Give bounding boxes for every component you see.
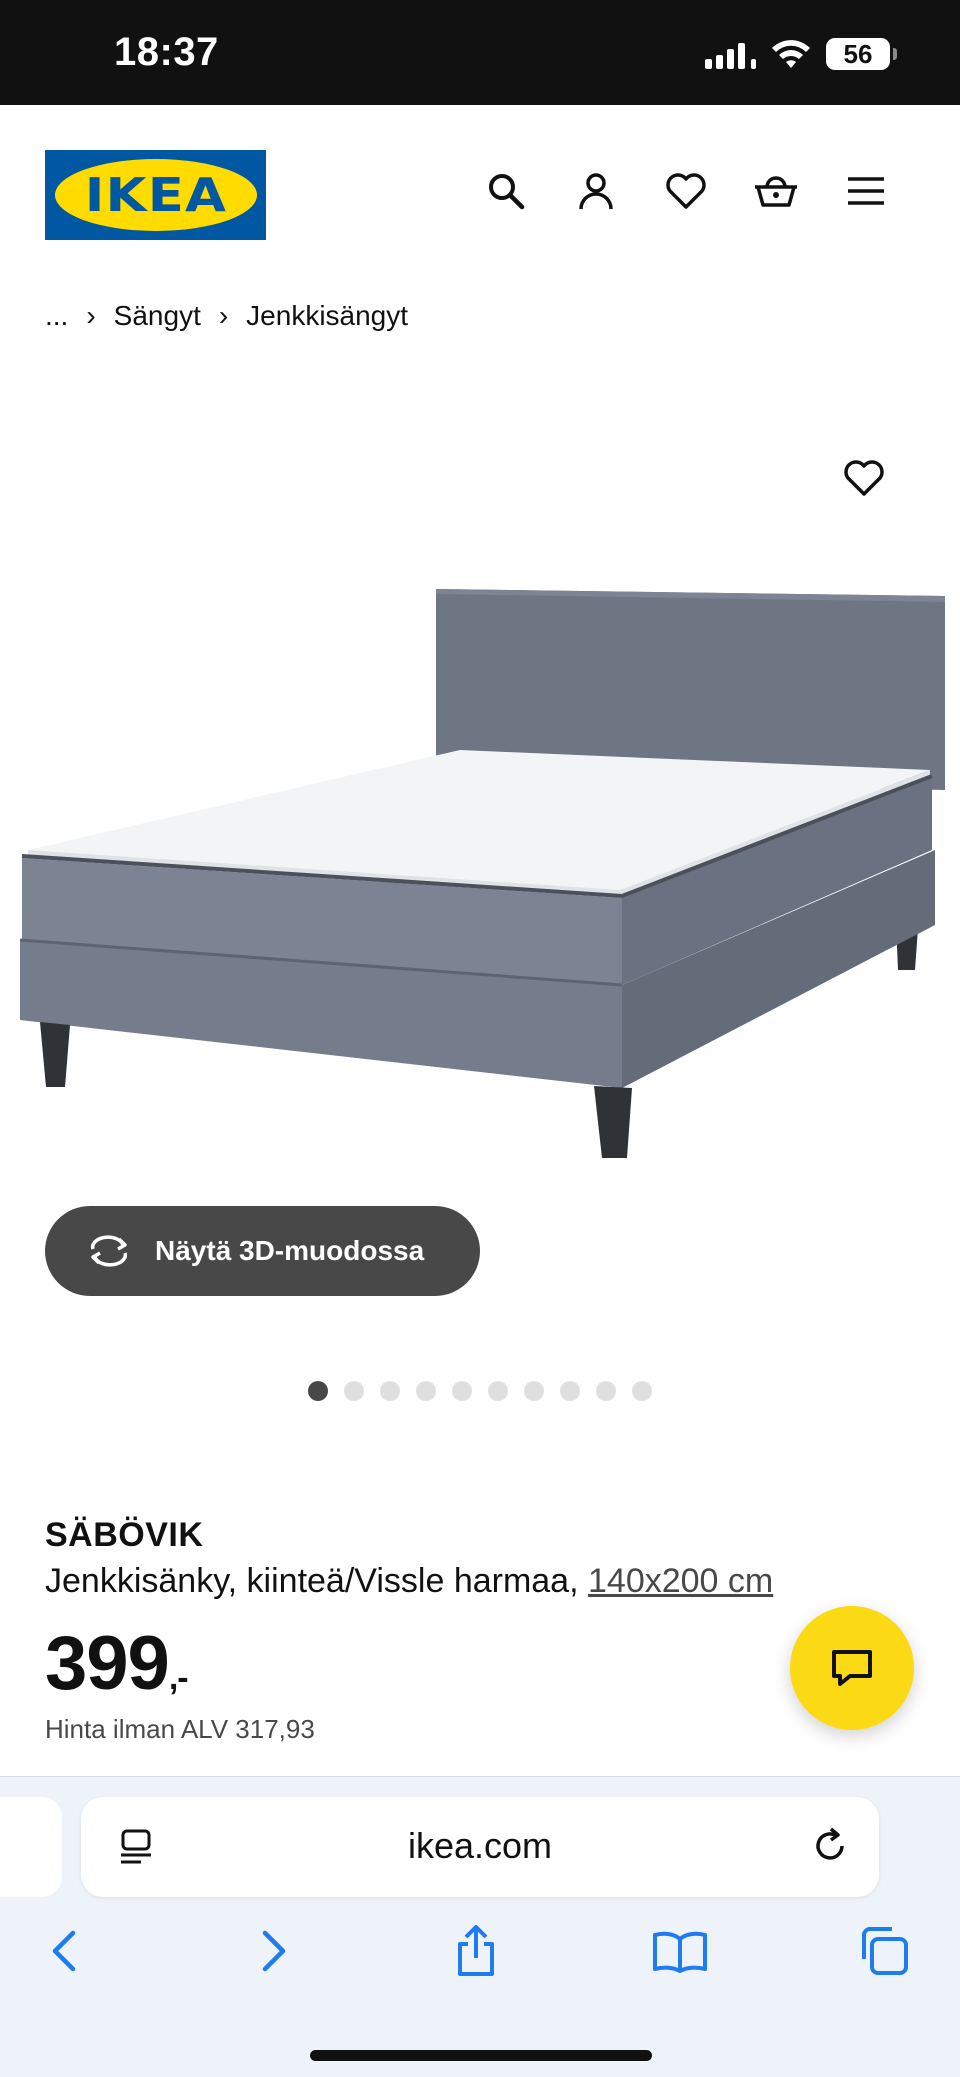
book-icon [653,1931,707,1973]
status-indicators: 56 [705,38,897,70]
chevron-right-icon [262,1930,286,1972]
favorites-icon[interactable] [660,165,712,217]
gallery-dot[interactable] [380,1381,400,1401]
breadcrumb-ellipsis[interactable]: ... [45,300,68,332]
product-description: Jenkkisänky, kiinteä/Vissle harmaa, 140x… [45,1562,773,1601]
product-description-text: Jenkkisänky, kiinteä/Vissle harmaa, [45,1562,588,1600]
price-suffix: ,- [168,1659,189,1697]
breadcrumb-item-continental-beds[interactable]: Jenkkisängyt [246,300,408,332]
gallery-dot[interactable] [596,1381,616,1401]
wifi-icon [772,40,810,68]
ikea-logo[interactable]: IKEA [45,150,266,240]
browser-nav-row [0,1919,960,1989]
add-to-favorites-button[interactable] [842,458,898,510]
product-name: SÄBÖVIK [45,1516,204,1554]
breadcrumb: ... › Sängyt › Jenkkisängyt [45,300,408,332]
gallery-dot[interactable] [344,1381,364,1401]
bookmarks-button[interactable] [648,1919,712,1983]
heart-icon [844,460,884,496]
back-button[interactable] [32,1919,96,1983]
product-price: 399,- [45,1620,189,1707]
status-bar: 18:37 56 [0,0,960,105]
view-3d-label: Näytä 3D-muodossa [155,1235,425,1266]
battery-icon: 56 [826,38,897,70]
cellular-signal-icon [705,39,756,69]
chat-button[interactable] [790,1606,914,1730]
gallery-dot[interactable] [416,1381,436,1401]
search-icon[interactable] [480,165,532,217]
view-3d-button[interactable]: Näytä 3D-muodossa [45,1206,480,1296]
reload-icon[interactable] [809,1825,851,1867]
header-actions [480,165,892,217]
gallery-dot[interactable] [524,1381,544,1401]
logo-oval: IKEA [54,159,257,231]
rotate-3d-icon [90,1235,128,1267]
url-text: ikea.com [407,1825,553,1866]
battery-level: 56 [843,38,873,69]
forward-button[interactable] [242,1919,306,1983]
breadcrumb-item-beds[interactable]: Sängyt [114,300,201,332]
chat-icon [832,1650,872,1686]
gallery-dot[interactable] [632,1381,652,1401]
tabs-button[interactable] [852,1919,916,1983]
gallery-dot[interactable] [452,1381,472,1401]
browser-toolbar: ikea.com [0,1776,960,2077]
status-time: 18:37 [114,30,219,74]
price-without-vat: Hinta ilman ALV 317,93 [45,1714,315,1744]
chevron-right-icon: › [86,300,96,331]
chevron-right-icon: › [218,300,229,331]
account-icon[interactable] [570,165,622,217]
home-indicator [310,2050,652,2061]
address-bar[interactable]: ikea.com [81,1797,879,1897]
share-icon [458,1925,494,1976]
gallery-dot[interactable] [308,1381,328,1401]
logo-text: IKEA [84,168,227,222]
previous-tab-preview[interactable] [0,1797,62,1897]
product-image[interactable] [0,380,960,1220]
price-value: 399 [45,1621,170,1706]
gallery-dot[interactable] [488,1381,508,1401]
gallery-pagination [308,1381,652,1401]
product-size-link[interactable]: 140x200 cm [588,1562,773,1600]
menu-icon[interactable] [840,165,892,217]
cart-icon[interactable] [750,165,802,217]
gallery-dot[interactable] [560,1381,580,1401]
share-button[interactable] [444,1919,508,1983]
chevron-left-icon [52,1930,76,1972]
tabs-icon [862,1927,908,1975]
